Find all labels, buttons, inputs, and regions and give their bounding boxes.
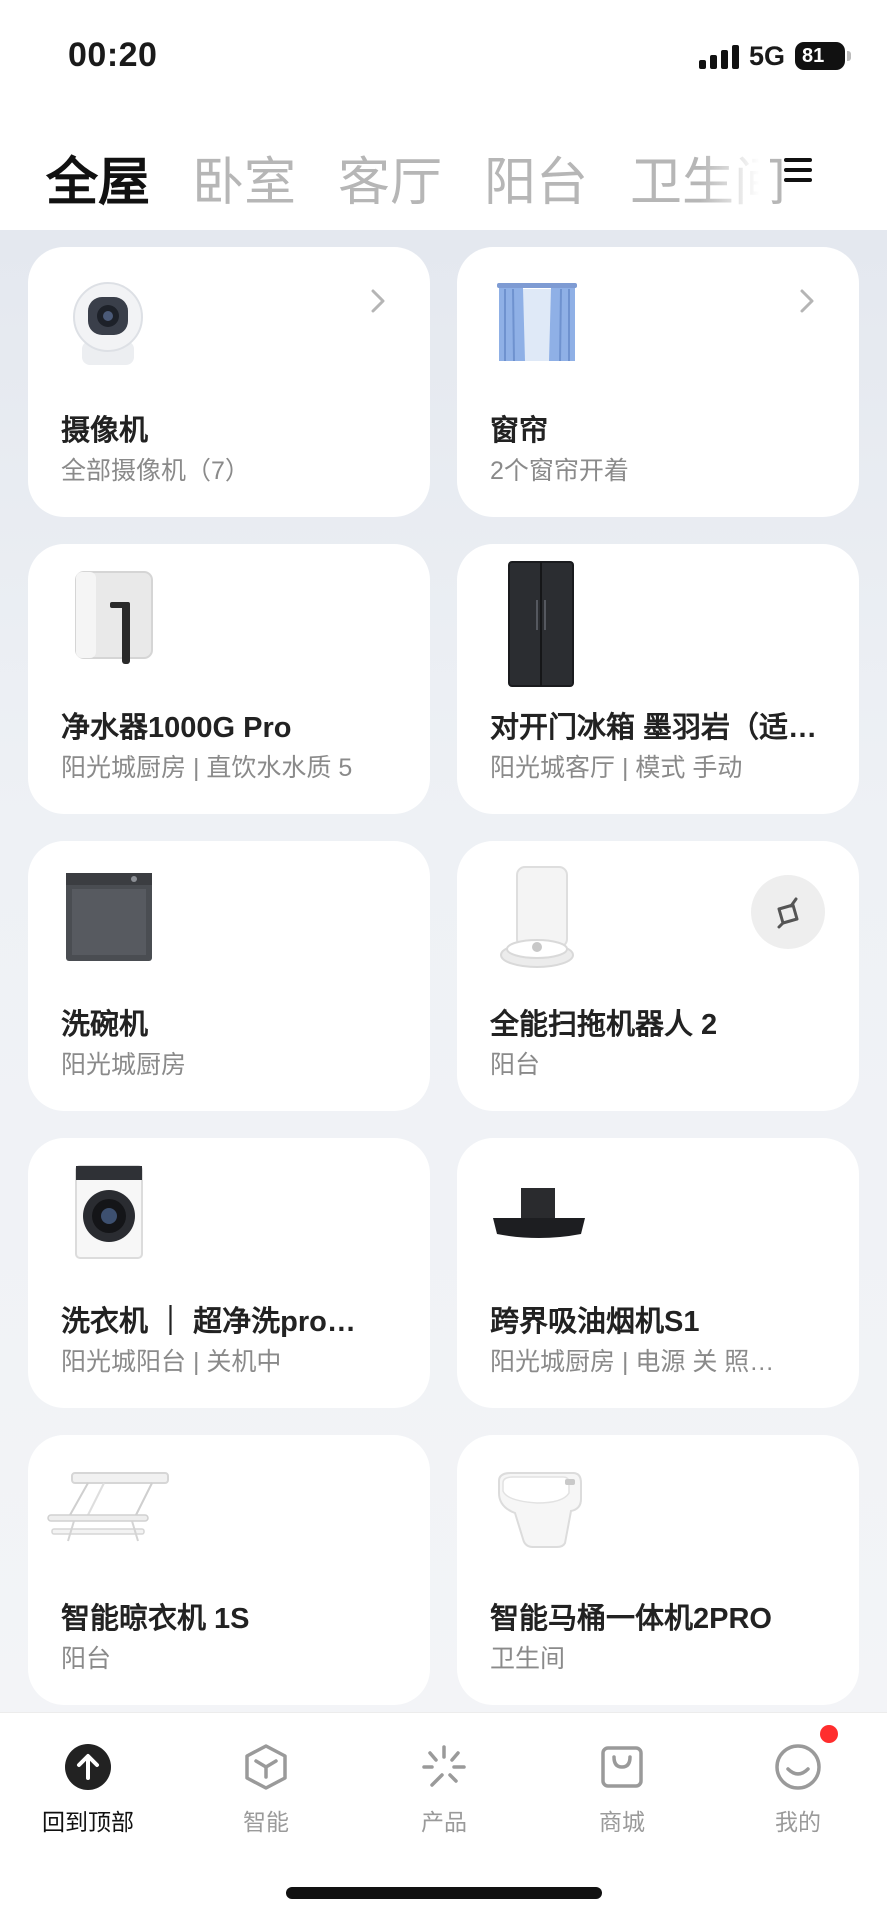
washing-machine-icon <box>75 1165 143 1259</box>
device-card-camera[interactable]: 摄像机 全部摄像机（7） <box>28 247 430 517</box>
smiley-icon <box>774 1743 822 1791</box>
sparkle-icon <box>420 1743 468 1791</box>
chevron-right-icon <box>800 289 814 313</box>
device-status: 阳光城厨房 <box>61 1051 187 1079</box>
nav-smart[interactable]: 智能 <box>196 1743 336 1837</box>
device-card-range-hood[interactable]: 跨界吸油烟机S1 阳光城厨房 | 电源 关 照… <box>457 1138 859 1408</box>
network-type: 5G <box>748 40 785 71</box>
device-status: 2个窗帘开着 <box>490 457 629 485</box>
menu-icon[interactable] <box>784 158 812 182</box>
chevron-right-icon <box>371 289 385 313</box>
water-purifier-icon <box>75 571 153 664</box>
device-name: 洗碗机 <box>61 1009 149 1041</box>
nav-profile[interactable]: 我的 <box>728 1743 868 1837</box>
tab-whole-house[interactable]: 全屋 <box>46 140 150 215</box>
device-name: 跨界吸油烟机S1 <box>490 1306 700 1338</box>
robot-vacuum-icon <box>500 866 574 968</box>
dishwasher-icon <box>66 873 152 961</box>
device-status: 全部摄像机（7） <box>61 457 250 485</box>
shopping-bag-icon <box>598 1743 646 1791</box>
device-status: 阳光城阳台 | 关机中 <box>61 1348 282 1376</box>
nav-back-to-top[interactable]: 回到顶部 <box>18 1743 158 1837</box>
device-name: 净水器1000G Pro <box>61 712 292 744</box>
broom-icon <box>777 897 799 929</box>
clothes-rack-icon <box>47 1472 169 1542</box>
nav-label: 回到顶部 <box>42 1809 134 1835</box>
device-card-curtain[interactable]: 窗帘 2个窗帘开着 <box>457 247 859 517</box>
device-card-robot-vacuum[interactable]: 全能扫拖机器人 2 阳台 <box>457 841 859 1111</box>
device-status: 阳光城厨房 | 直饮水水质 5 <box>61 754 353 782</box>
cleaning-action-button[interactable] <box>751 875 825 949</box>
device-name: 智能马桶一体机2PRO <box>490 1603 772 1635</box>
device-grid: 摄像机 全部摄像机（7） 窗帘 2个窗帘开着 净水器1000G Pro 阳光城厨… <box>0 230 887 1712</box>
room-tabs: 全屋 卧室 客厅 阳台 卫生间 <box>0 112 887 230</box>
device-card-smart-toilet[interactable]: 智能马桶一体机2PRO 卫生间 <box>457 1435 859 1705</box>
notification-badge <box>820 1725 838 1743</box>
nav-products[interactable]: 产品 <box>374 1743 514 1837</box>
refrigerator-icon <box>508 561 574 687</box>
device-card-refrigerator[interactable]: 对开门冰箱 墨羽岩（适… 阳光城客厅 | 模式 手动 <box>457 544 859 814</box>
nav-label: 产品 <box>421 1809 467 1835</box>
device-name: 对开门冰箱 墨羽岩（适… <box>490 712 818 744</box>
device-status: 卫生间 <box>490 1645 566 1673</box>
device-card-washing-machine[interactable]: 洗衣机 ｜ 超净洗pro… 阳光城阳台 | 关机中 <box>28 1138 430 1408</box>
nav-label: 智能 <box>243 1809 289 1835</box>
device-name: 洗衣机 ｜ 超净洗pro… <box>61 1306 356 1338</box>
camera-icon <box>73 282 143 365</box>
device-status: 阳光城厨房 | 电源 关 照… <box>490 1348 775 1376</box>
device-name: 窗帘 <box>490 415 549 447</box>
home-indicator[interactable] <box>286 1887 602 1899</box>
battery-icon: 81 <box>795 42 851 70</box>
device-card-dishwasher[interactable]: 洗碗机 阳光城厨房 <box>28 841 430 1111</box>
device-card-water-purifier[interactable]: 净水器1000G Pro 阳光城厨房 | 直饮水水质 5 <box>28 544 430 814</box>
smart-toilet-icon <box>498 1472 582 1548</box>
range-hood-icon <box>493 1188 585 1238</box>
curtain-icon <box>497 283 577 362</box>
device-name: 智能晾衣机 1S <box>61 1603 250 1635</box>
tab-bedroom[interactable]: 卧室 <box>192 140 296 215</box>
status-time: 00:20 <box>68 36 158 74</box>
signal-icon <box>698 43 739 69</box>
nav-store[interactable]: 商城 <box>552 1743 692 1837</box>
status-indicators: 5G 81 <box>698 40 851 72</box>
device-card-clothes-rack[interactable]: 智能晾衣机 1S 阳台 <box>28 1435 430 1705</box>
nav-label: 商城 <box>599 1809 645 1835</box>
arrow-up-icon <box>64 1743 112 1791</box>
device-status: 阳台 <box>490 1051 541 1079</box>
tab-balcony[interactable]: 阳台 <box>484 140 588 215</box>
nav-label: 我的 <box>775 1809 821 1835</box>
tab-living-room[interactable]: 客厅 <box>338 140 442 215</box>
status-bar: 00:20 5G 81 <box>0 0 887 112</box>
device-name: 摄像机 <box>61 415 149 447</box>
device-status: 阳台 <box>61 1645 112 1673</box>
battery-level: 81 <box>802 44 825 67</box>
device-name: 全能扫拖机器人 2 <box>490 1009 718 1041</box>
device-status: 阳光城客厅 | 模式 手动 <box>490 754 743 782</box>
smart-cube-icon <box>242 1743 290 1791</box>
